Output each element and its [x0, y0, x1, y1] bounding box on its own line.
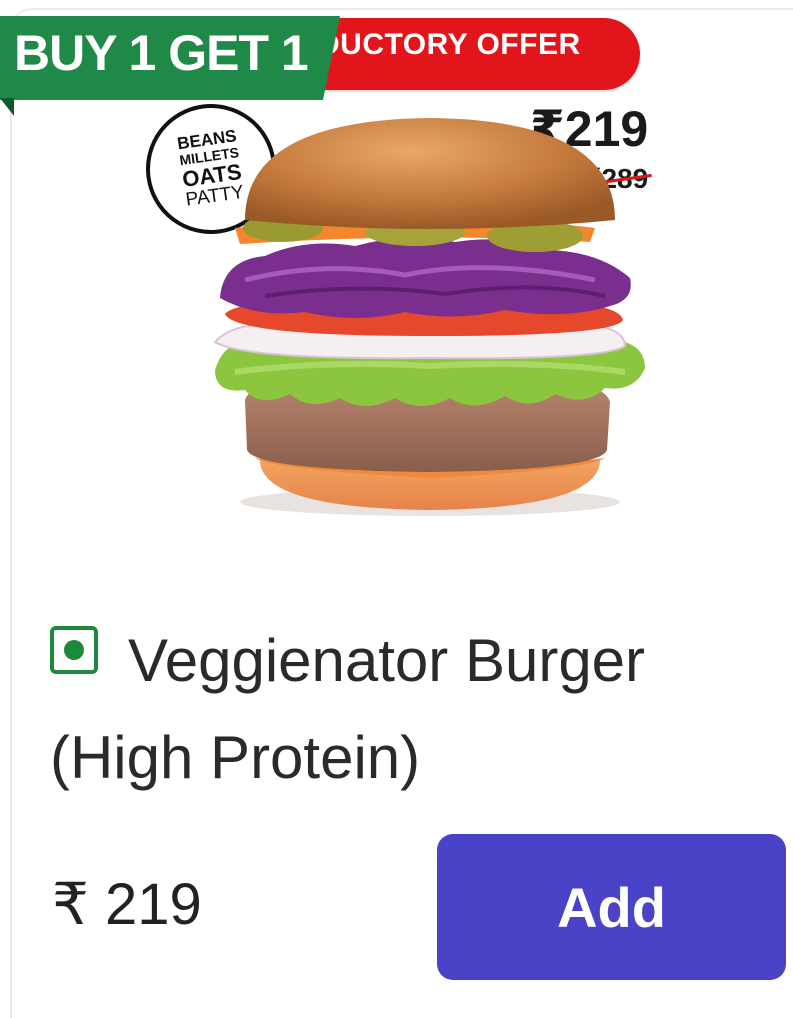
burger-top-bun: [245, 118, 615, 229]
product-price: ₹ 219: [52, 872, 202, 937]
product-name: Veggienator Burger (High Protein): [50, 627, 646, 791]
add-button[interactable]: Add: [437, 834, 786, 980]
burger-cabbage: [220, 237, 631, 318]
product-image[interactable]: DUCTORY OFFER BUY 1 GET 1 BEANS MILLETS …: [0, 0, 793, 560]
promo-ribbon-fold: [0, 98, 14, 116]
promo-ribbon-label: BUY 1 GET 1: [14, 25, 309, 81]
offer-ribbon-label: DUCTORY OFFER: [318, 28, 581, 61]
burger-illustration: [213, 118, 645, 516]
